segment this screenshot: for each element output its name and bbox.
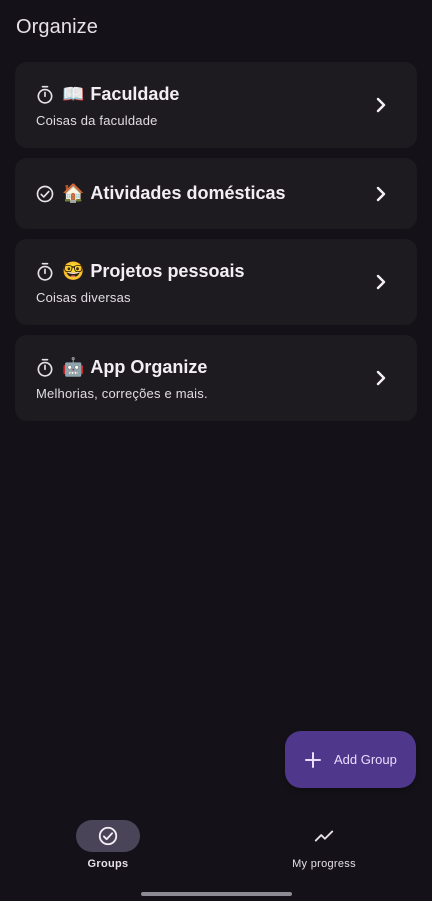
group-card-projetos-pessoais[interactable]: 🤓 Projetos pessoais Coisas diversas bbox=[15, 239, 417, 325]
group-title-row: 🏠 Atividades domésticas bbox=[35, 182, 397, 206]
group-title-row: 🤖 App Organize bbox=[35, 356, 397, 380]
group-description: Coisas da faculdade bbox=[36, 112, 158, 128]
nav-item-groups[interactable]: Groups bbox=[28, 820, 188, 870]
group-name: Atividades domésticas bbox=[90, 183, 286, 203]
app-title: Organize bbox=[16, 16, 98, 38]
group-name: Projetos pessoais bbox=[90, 261, 245, 281]
add-group-button[interactable]: Add Group bbox=[285, 731, 416, 788]
chevron-right-icon bbox=[373, 370, 389, 386]
timer-icon bbox=[35, 358, 55, 378]
group-name: Faculdade bbox=[90, 84, 180, 104]
nav-label-my-progress: My progress bbox=[292, 858, 356, 870]
group-emoji: 🤓 bbox=[62, 260, 85, 282]
group-name: App Organize bbox=[90, 357, 208, 377]
group-description: Coisas diversas bbox=[36, 289, 131, 305]
group-emoji: 📖 bbox=[62, 83, 85, 105]
bottom-navigation: Groups My progress bbox=[0, 808, 432, 901]
group-card-app-organize[interactable]: 🤖 App Organize Melhorias, correções e ma… bbox=[15, 335, 417, 421]
group-emoji: 🏠 bbox=[62, 182, 85, 204]
gesture-handle[interactable] bbox=[141, 892, 292, 896]
nav-active-indicator bbox=[76, 820, 140, 852]
check-circle-icon bbox=[35, 184, 55, 204]
group-title-row: 🤓 Projetos pessoais bbox=[35, 260, 397, 284]
nav-label-groups: Groups bbox=[87, 858, 129, 870]
chevron-right-icon bbox=[373, 97, 389, 113]
groups-screen: Organize 📖 Faculdade Coisas da faculdade bbox=[0, 0, 432, 901]
group-list: 📖 Faculdade Coisas da faculdade 🏠 Ativid… bbox=[15, 62, 417, 431]
timer-icon bbox=[35, 85, 55, 105]
nav-item-my-progress[interactable]: My progress bbox=[244, 820, 404, 870]
plus-icon bbox=[304, 751, 322, 769]
timer-icon bbox=[35, 262, 55, 282]
chevron-right-icon bbox=[373, 274, 389, 290]
group-title-row: 📖 Faculdade bbox=[35, 83, 397, 107]
check-circle-icon bbox=[98, 826, 118, 846]
trending-up-icon bbox=[314, 830, 334, 842]
group-description: Melhorias, correções e mais. bbox=[36, 385, 208, 401]
add-group-label: Add Group bbox=[334, 752, 397, 767]
group-card-atividades-domesticas[interactable]: 🏠 Atividades domésticas bbox=[15, 158, 417, 229]
group-card-faculdade[interactable]: 📖 Faculdade Coisas da faculdade bbox=[15, 62, 417, 148]
group-emoji: 🤖 bbox=[62, 356, 85, 378]
chevron-right-icon bbox=[373, 186, 389, 202]
nav-icon-container bbox=[292, 820, 356, 852]
